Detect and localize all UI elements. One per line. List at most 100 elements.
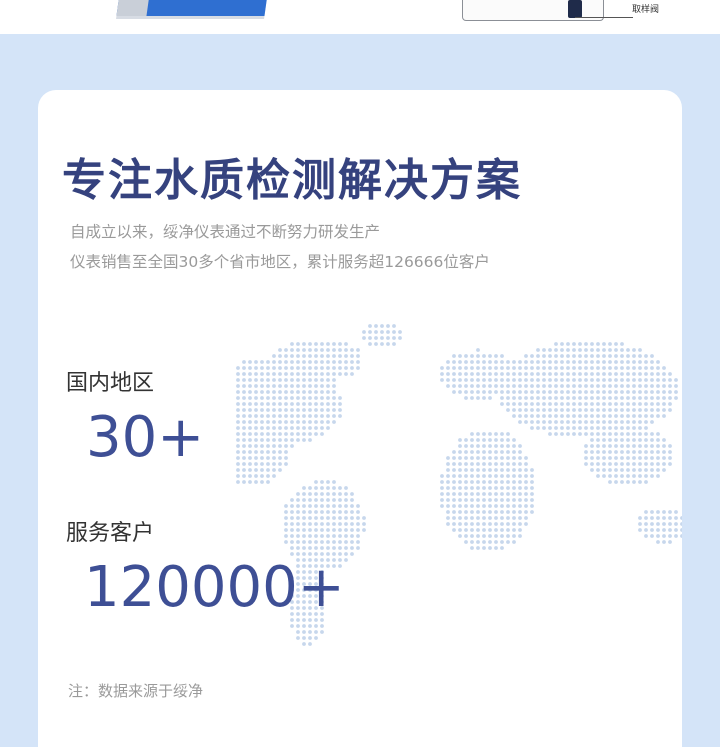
map-dot bbox=[506, 516, 510, 520]
map-dot bbox=[554, 402, 558, 406]
map-dot bbox=[272, 462, 276, 466]
map-dot bbox=[596, 456, 600, 460]
map-dot bbox=[302, 546, 306, 550]
map-dot bbox=[500, 360, 504, 364]
map-dot bbox=[494, 462, 498, 466]
map-dot bbox=[332, 354, 336, 358]
map-dot bbox=[284, 456, 288, 460]
map-dot bbox=[656, 414, 660, 418]
map-dot bbox=[278, 354, 282, 358]
map-dot bbox=[284, 528, 288, 532]
map-dot bbox=[656, 456, 660, 460]
map-dot bbox=[458, 462, 462, 466]
map-dot bbox=[626, 414, 630, 418]
map-dot bbox=[482, 360, 486, 364]
map-dot bbox=[308, 408, 312, 412]
map-dot bbox=[506, 360, 510, 364]
map-dot bbox=[608, 432, 612, 436]
map-dot bbox=[290, 540, 294, 544]
map-dot bbox=[668, 384, 672, 388]
map-dot bbox=[470, 432, 474, 436]
map-dot bbox=[350, 366, 354, 370]
map-dot bbox=[542, 348, 546, 352]
map-dot bbox=[344, 348, 348, 352]
map-dot bbox=[278, 390, 282, 394]
map-dot bbox=[362, 528, 366, 532]
map-dot bbox=[320, 342, 324, 346]
map-dot bbox=[314, 528, 318, 532]
map-dot bbox=[284, 378, 288, 382]
map-dot bbox=[572, 396, 576, 400]
map-dot bbox=[320, 510, 324, 514]
map-dot bbox=[662, 516, 666, 520]
map-dot bbox=[506, 480, 510, 484]
map-dot bbox=[644, 474, 648, 478]
map-dot bbox=[506, 390, 510, 394]
map-dot bbox=[554, 372, 558, 376]
map-dot bbox=[242, 372, 246, 376]
map-dot bbox=[530, 378, 534, 382]
map-dot bbox=[644, 516, 648, 520]
map-dot bbox=[602, 426, 606, 430]
map-dot bbox=[272, 360, 276, 364]
map-dot bbox=[278, 426, 282, 430]
map-dot bbox=[632, 396, 636, 400]
map-dot bbox=[248, 402, 252, 406]
map-dot bbox=[506, 396, 510, 400]
map-dot bbox=[512, 534, 516, 538]
map-dot bbox=[644, 462, 648, 466]
map-dot bbox=[272, 414, 276, 418]
map-dot bbox=[248, 444, 252, 448]
map-dot bbox=[326, 408, 330, 412]
map-dot bbox=[296, 438, 300, 442]
map-dot bbox=[614, 396, 618, 400]
map-dot bbox=[320, 534, 324, 538]
map-dot bbox=[560, 354, 564, 358]
map-dot bbox=[506, 522, 510, 526]
map-dot bbox=[620, 342, 624, 346]
map-dot bbox=[536, 366, 540, 370]
map-dot bbox=[302, 438, 306, 442]
map-dot bbox=[524, 522, 528, 526]
map-dot bbox=[458, 384, 462, 388]
map-dot bbox=[614, 444, 618, 448]
map-dot bbox=[536, 408, 540, 412]
map-dot bbox=[650, 378, 654, 382]
map-dot bbox=[254, 456, 258, 460]
map-dot bbox=[476, 510, 480, 514]
map-dot bbox=[632, 474, 636, 478]
map-dot bbox=[266, 420, 270, 424]
map-dot bbox=[350, 552, 354, 556]
map-dot bbox=[458, 522, 462, 526]
map-dot bbox=[482, 492, 486, 496]
map-dot bbox=[440, 378, 444, 382]
map-dot bbox=[590, 360, 594, 364]
map-dot bbox=[482, 372, 486, 376]
map-dot bbox=[326, 360, 330, 364]
map-dot bbox=[518, 372, 522, 376]
diagram-label: 取样阀 bbox=[632, 5, 660, 15]
map-dot bbox=[440, 480, 444, 484]
map-dot bbox=[644, 390, 648, 394]
map-dot bbox=[290, 366, 294, 370]
map-dot bbox=[296, 426, 300, 430]
map-dot bbox=[482, 528, 486, 532]
map-dot bbox=[488, 396, 492, 400]
map-dot bbox=[602, 384, 606, 388]
map-dot bbox=[266, 456, 270, 460]
map-dot bbox=[290, 354, 294, 358]
map-dot bbox=[470, 540, 474, 544]
map-dot bbox=[608, 354, 612, 358]
map-dot bbox=[254, 414, 258, 418]
map-dot bbox=[644, 378, 648, 382]
map-dot bbox=[320, 480, 324, 484]
map-dot bbox=[494, 468, 498, 472]
map-dot bbox=[662, 522, 666, 526]
map-dot bbox=[302, 426, 306, 430]
map-dot bbox=[458, 492, 462, 496]
map-dot bbox=[332, 486, 336, 490]
map-dot bbox=[338, 510, 342, 514]
map-dot bbox=[344, 516, 348, 520]
map-dot bbox=[638, 348, 642, 352]
map-dot bbox=[626, 474, 630, 478]
